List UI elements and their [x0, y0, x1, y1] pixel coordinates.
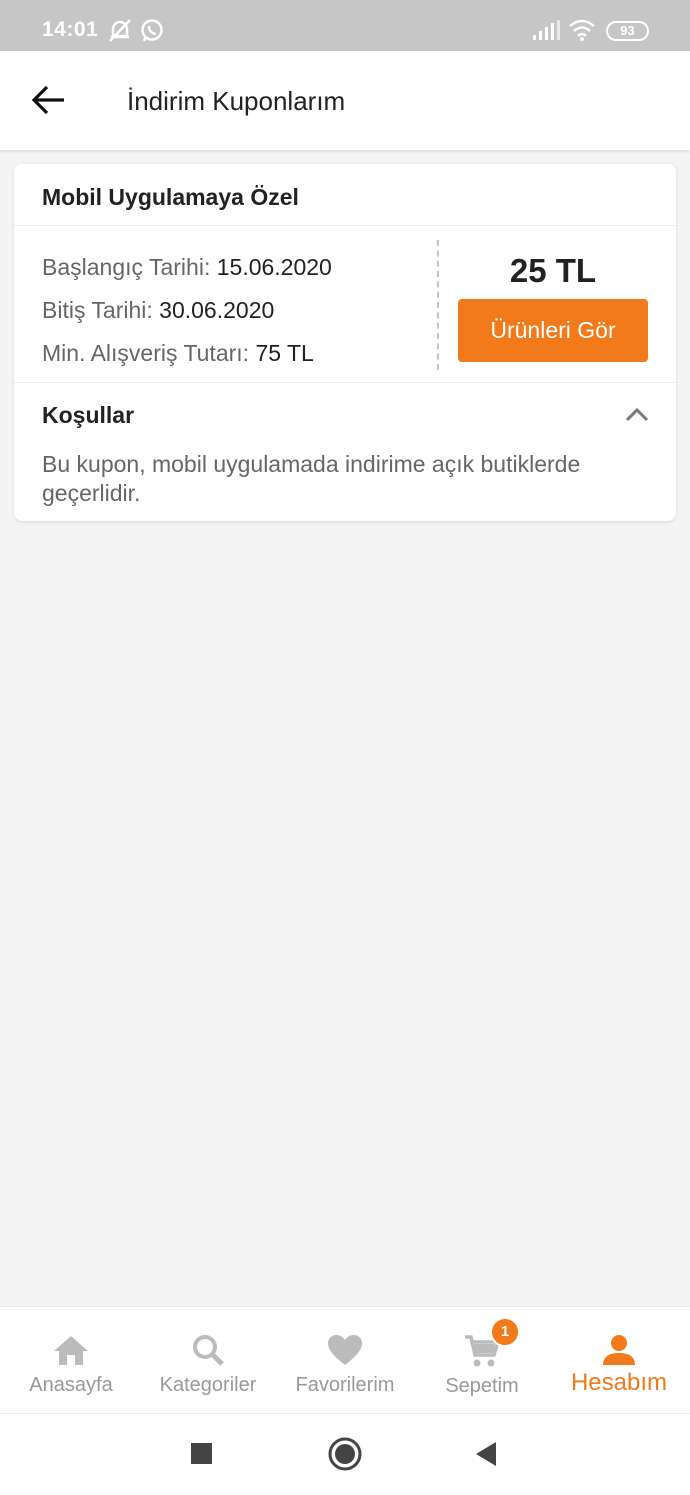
min-amount-line: Min. Alışveriş Tutarı: 75 TL	[42, 340, 314, 367]
nav-label-favorites: Favorilerim	[295, 1374, 395, 1396]
nav-item-cart[interactable]: 1 Sepetim	[413, 1307, 551, 1414]
start-date-value: 15.06.2020	[216, 254, 332, 280]
home-icon	[54, 1336, 88, 1365]
bottom-nav: Anasayfa Kategoriler Favorilerim 1 Sepet…	[0, 1306, 690, 1413]
start-date-label: Başlangıç Tarihi:	[42, 254, 211, 280]
person-icon	[603, 1335, 635, 1365]
nav-label-cart: Sepetim	[445, 1375, 519, 1397]
dashed-divider	[437, 240, 439, 370]
section-divider	[14, 382, 676, 383]
nav-item-home[interactable]: Anasayfa	[2, 1307, 140, 1414]
search-icon	[193, 1335, 224, 1366]
app-bar: İndirim Kuponlarım	[0, 51, 690, 150]
nav-label-categories: Kategoriler	[159, 1374, 257, 1396]
conditions-label: Koşullar	[42, 402, 135, 428]
battery-level: 93	[620, 23, 635, 38]
end-date-label: Bitiş Tarihi:	[42, 297, 153, 323]
battery-icon: 93	[606, 21, 649, 41]
end-date-value: 30.06.2020	[159, 297, 275, 323]
min-amount-value: 75 TL	[255, 340, 314, 366]
nav-label-account: Hesabım	[570, 1369, 668, 1396]
recent-apps-button[interactable]	[162, 1414, 242, 1495]
home-system-button[interactable]	[305, 1414, 385, 1495]
square-icon	[191, 1443, 212, 1464]
page-title: İndirim Kuponlarım	[127, 86, 346, 116]
mute-alarm-icon	[109, 19, 131, 42]
cart-badge: 1	[490, 1317, 520, 1347]
arrow-left-icon	[31, 85, 64, 115]
nav-item-categories[interactable]: Kategoriler	[139, 1307, 277, 1414]
back-button[interactable]	[22, 77, 76, 123]
back-system-button[interactable]	[446, 1414, 526, 1495]
end-date-line: Bitiş Tarihi: 30.06.2020	[42, 297, 274, 324]
system-nav-bar	[0, 1413, 690, 1495]
status-bar: 14:01 93	[0, 0, 690, 51]
coupon-card: Mobil Uygulamaya Özel Başlangıç Tarihi: …	[14, 164, 676, 521]
start-date-line: Başlangıç Tarihi: 15.06.2020	[42, 254, 332, 281]
coupon-title: Mobil Uygulamaya Özel	[42, 184, 299, 210]
heart-icon	[328, 1335, 362, 1365]
nav-label-home: Anasayfa	[29, 1374, 113, 1396]
coupon-header: Mobil Uygulamaya Özel	[14, 164, 676, 226]
nav-item-account[interactable]: Hesabım	[550, 1307, 688, 1414]
circle-icon	[328, 1437, 362, 1471]
min-amount-label: Min. Alışveriş Tutarı:	[42, 340, 250, 366]
signal-icon	[533, 20, 560, 40]
wifi-icon	[569, 19, 595, 41]
whatsapp-icon	[141, 19, 163, 42]
nav-item-favorites[interactable]: Favorilerim	[276, 1307, 414, 1414]
triangle-back-icon	[476, 1442, 496, 1466]
status-time: 14:01	[42, 18, 99, 41]
coupon-amount: 25 TL	[509, 252, 597, 289]
view-products-button[interactable]: Ürünleri Gör	[458, 299, 648, 362]
conditions-text: Bu kupon, mobil uygulamada indirime açık…	[42, 451, 581, 506]
chevron-up-icon[interactable]	[623, 404, 651, 424]
